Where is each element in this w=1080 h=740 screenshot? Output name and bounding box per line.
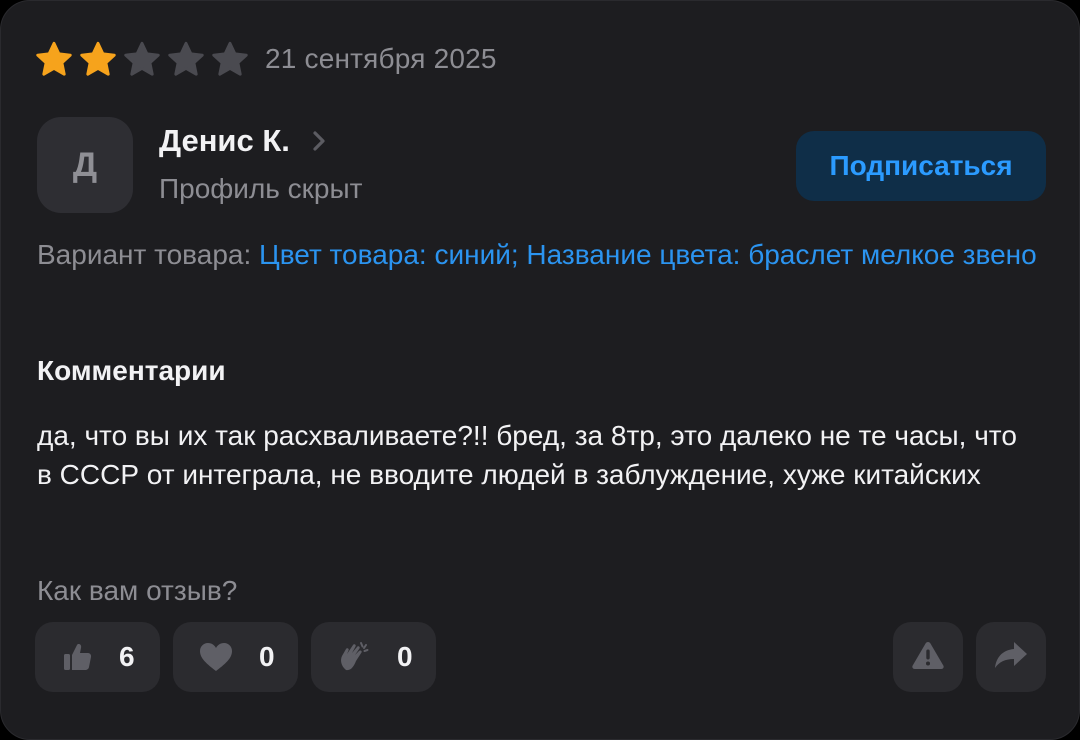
profile-status: Профиль скрыт — [159, 173, 363, 204]
rating-row: 21 сентября 2025 — [35, 39, 497, 79]
author-name: Денис К. — [159, 123, 290, 158]
avatar[interactable]: Д — [37, 117, 133, 213]
comment-text: да, что вы их так расхваливаете?!! бред,… — [37, 420, 1017, 490]
comments-heading: Комментарии — [37, 355, 226, 386]
avatar-initial: Д — [72, 145, 98, 184]
star-filled-icon — [35, 41, 73, 77]
clap-button[interactable]: 0 — [311, 622, 436, 692]
variant-value-link[interactable]: Цвет товара: синий; Название цвета: брас… — [259, 239, 1037, 270]
warning-icon — [911, 640, 945, 675]
product-variant: Вариант товара: Цвет товара: синий; Назв… — [37, 235, 1037, 275]
subscribe-button[interactable]: Подписаться — [796, 131, 1046, 201]
like-count: 6 — [119, 641, 135, 672]
review-card: 21 сентября 2025 Д Денис К. Профиль скры… — [0, 0, 1080, 740]
star-filled-icon — [79, 41, 117, 77]
report-button[interactable] — [893, 622, 963, 692]
feedback-question: Как вам отзыв? — [37, 575, 238, 606]
heart-count: 0 — [259, 641, 275, 672]
chevron-right-icon — [312, 130, 326, 152]
star-rating — [35, 41, 249, 77]
thumbs-up-icon — [61, 641, 93, 673]
clapping-hands-icon — [337, 640, 371, 674]
heart-icon — [199, 642, 233, 672]
reaction-buttons: 6 0 0 — [35, 622, 436, 692]
share-button[interactable] — [976, 622, 1046, 692]
heart-button[interactable]: 0 — [173, 622, 298, 692]
like-button[interactable]: 6 — [35, 622, 160, 692]
review-date: 21 сентября 2025 — [265, 43, 497, 74]
clap-count: 0 — [397, 641, 413, 672]
star-empty-icon — [167, 41, 205, 77]
star-empty-icon — [123, 41, 161, 77]
author-link[interactable]: Денис К. — [159, 121, 326, 161]
variant-label: Вариант товара: — [37, 239, 260, 270]
star-empty-icon — [211, 41, 249, 77]
share-arrow-icon — [994, 640, 1028, 675]
